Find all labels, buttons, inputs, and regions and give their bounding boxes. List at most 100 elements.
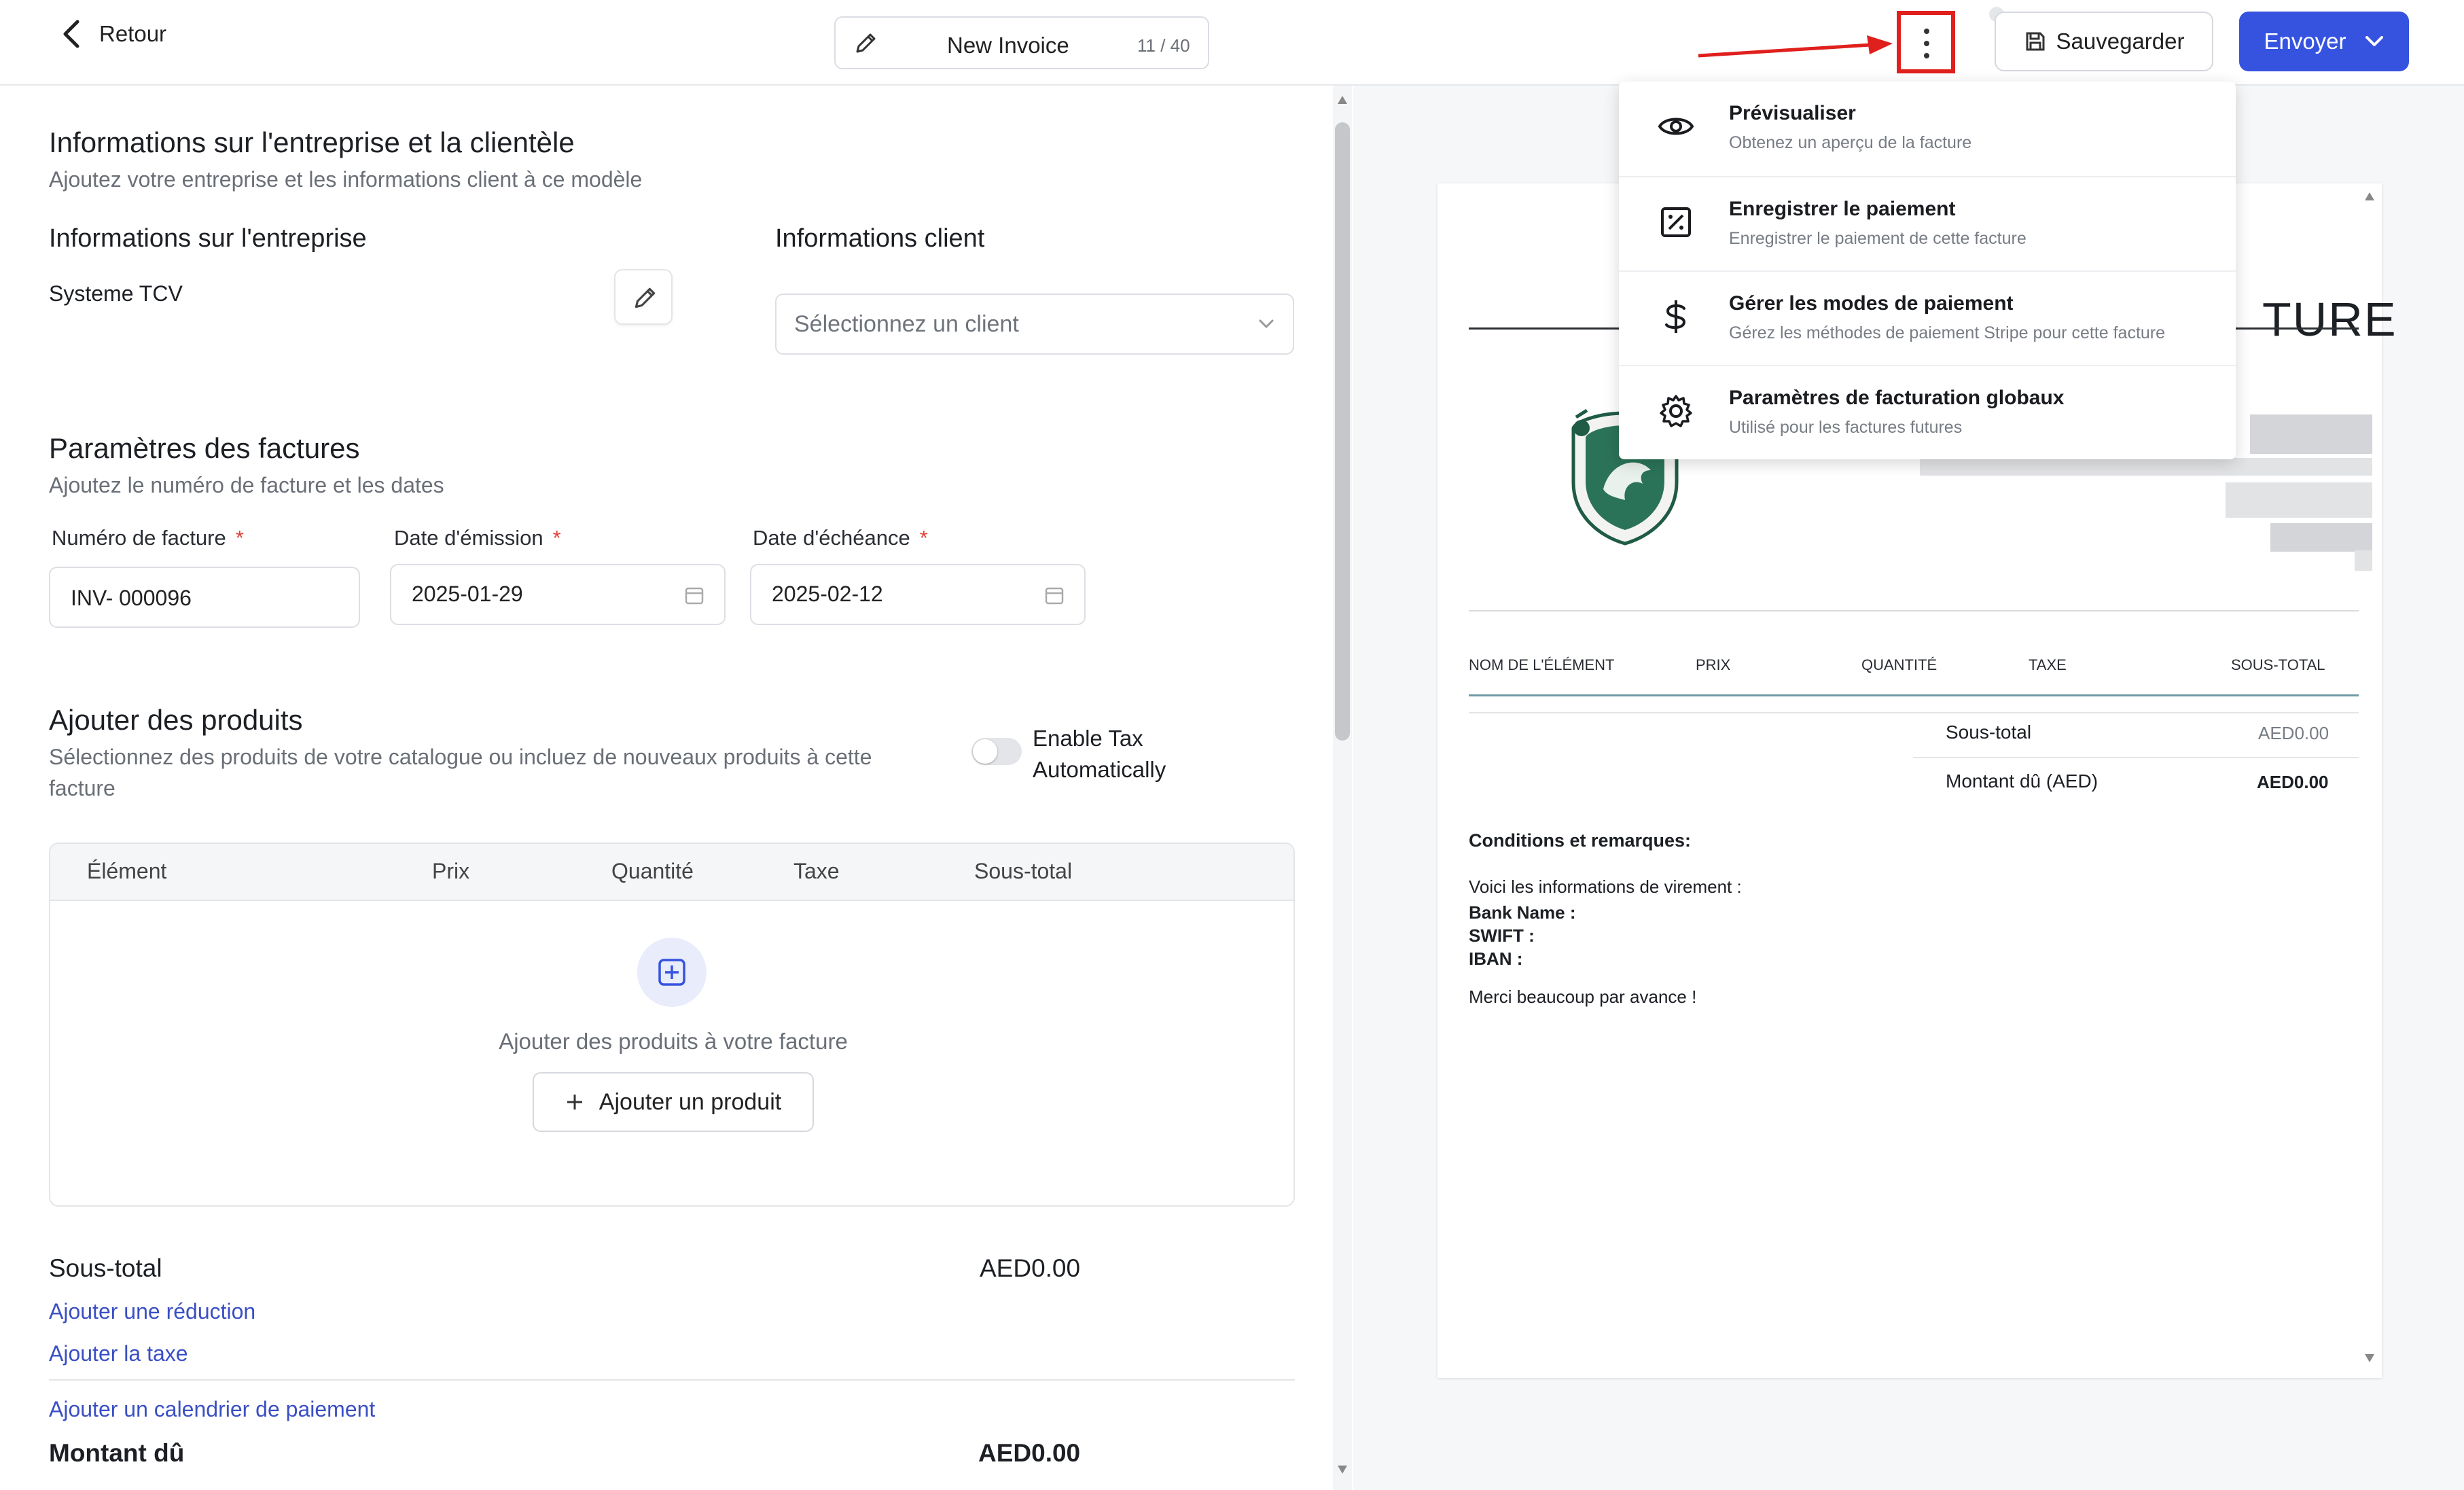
add-product-icon-badge [637,938,707,1007]
products-subtitle-line1: Sélectionnez des produits de votre catal… [49,745,872,769]
column-subtotal: Sous-total [974,859,1073,883]
menu-item-global-settings[interactable]: Paramètres de facturation globaux Utilis… [1619,365,2236,459]
plus-icon [567,1095,582,1110]
issue-date-label: Date d'émission * [394,526,561,550]
calendar-icon [685,587,704,605]
pencil-icon [635,287,656,308]
save-label: Sauvegarder [2056,29,2185,54]
company-info-heading: Informations sur l'entreprise [49,224,367,253]
issue-date-input[interactable]: 2025-01-29 [390,564,726,625]
subtotal-label: Sous-total [49,1254,162,1282]
client-select[interactable]: Sélectionnez un client [775,294,1294,355]
menu-item-payment-methods[interactable]: Gérer les modes de paiement Gérez les mé… [1619,270,2236,365]
enable-tax-label: Enable Tax Automatically [1033,723,1166,785]
menu-item-subtitle: Enregistrer le paiement de cette facture [1729,229,2026,248]
preview-scroll-up-arrow[interactable] [2364,192,2375,201]
preview-scroll-down-arrow[interactable] [2364,1353,2375,1363]
enable-tax-toggle[interactable] [971,738,1022,765]
title-char-count: 11 / 40 [1137,35,1190,56]
add-discount-link[interactable]: Ajouter une réduction [49,1299,255,1324]
menu-item-preview[interactable]: Prévisualiser Obtenez un aperçu de la fa… [1619,82,2236,176]
invoice-title: New Invoice [947,33,1069,58]
add-tax-link[interactable]: Ajouter la taxe [49,1341,188,1366]
preview-terms-heading: Conditions et remarques: [1469,830,1692,851]
preview-column-price: PRIX [1696,656,1731,673]
enable-tax-label-line2: Automatically [1033,757,1166,782]
preview-column-subtotal: SOUS-TOTAL [2231,656,2325,673]
redacted-block [2226,482,2372,518]
required-mark: * [235,526,244,550]
chevron-down-icon [1259,319,1274,329]
toggle-knob [973,739,997,764]
dollar-icon [1665,300,1686,333]
preview-thanks: Merci beaucoup par avance ! [1469,987,1697,1007]
invoice-number-label: Numéro de facture * [52,526,244,550]
redacted-block [2355,550,2372,571]
redacted-block [2250,414,2372,454]
products-section-title: Ajouter des produits [49,704,303,736]
preview-amount-due-label: Montant dû (AED) [1946,770,2099,792]
preview-column-tax: TAXE [2029,656,2067,673]
preview-bank-name: Bank Name : [1469,902,1576,923]
invoice-title-field[interactable]: New Invoice 11 / 40 [834,16,1209,69]
invoice-number-value: INV- 000096 [71,586,192,610]
divider [49,1379,1295,1381]
invoice-params-title: Paramètres des factures [49,432,360,464]
add-product-label: Ajouter un produit [599,1088,782,1115]
back-label: Retour [99,21,167,46]
preview-column-quantity: QUANTITÉ [1861,656,1938,673]
preview-subtotal-value: AED0.00 [2258,723,2329,743]
preview-heading: TURE [2262,293,2397,346]
send-button[interactable]: Envoyer [2239,12,2409,71]
client-info-heading: Informations client [775,224,985,253]
products-table-header: Élément Prix Quantité Taxe Sous-total [50,844,1293,901]
edit-company-button[interactable] [614,269,673,325]
back-button[interactable]: Retour [61,19,166,49]
subtotal-value: AED0.00 [980,1254,1081,1282]
products-table: Élément Prix Quantité Taxe Sous-total Aj… [49,842,1295,1207]
save-button[interactable]: Sauvegarder [1995,12,2213,71]
due-date-value: 2025-02-12 [772,582,883,606]
add-product-button[interactable]: Ajouter un produit [533,1072,814,1132]
menu-item-title: Enregistrer le paiement [1729,198,1956,220]
enable-tax-label-line1: Enable Tax [1033,726,1143,751]
scroll-down-arrow [1338,1466,1347,1474]
gear-icon [1660,395,1692,427]
required-mark: * [919,526,928,550]
required-mark: * [552,526,561,550]
annotation-arrow [1698,35,1893,58]
pencil-icon [856,33,876,53]
menu-item-record-payment[interactable]: Enregistrer le paiement Enregistrer le p… [1619,176,2236,270]
more-options-button[interactable] [1897,11,1955,73]
menu-item-subtitle: Gérez les méthodes de paiement Stripe po… [1729,323,2166,342]
amount-due-label: Montant dû [49,1439,185,1467]
column-tax: Taxe [793,859,840,883]
due-date-label: Date d'échéance * [753,526,928,550]
more-options-menu: Prévisualiser Obtenez un aperçu de la fa… [1619,82,2236,459]
column-quantity: Quantité [611,859,694,883]
kebab-menu-icon [1924,29,1929,65]
column-price: Prix [432,859,470,883]
menu-item-subtitle: Utilisé pour les factures futures [1729,418,1963,437]
issue-date-value: 2025-01-29 [412,582,523,606]
due-date-label-text: Date d'échéance [753,526,910,550]
floppy-disk-icon [2026,32,2045,51]
add-payment-schedule-link[interactable]: Ajouter un calendrier de paiement [49,1397,375,1422]
preview-subtotal-label: Sous-total [1946,722,2032,743]
due-date-input[interactable]: 2025-02-12 [750,564,1086,625]
invoice-number-input[interactable]: INV- 000096 [49,567,360,628]
preview-amount-due-value: AED0.00 [2257,772,2329,792]
client-select-placeholder: Sélectionnez un client [794,311,1019,337]
preview-terms-intro: Voici les informations de virement : [1469,876,1742,897]
menu-item-title: Paramètres de facturation globaux [1729,387,2065,409]
form-scrollbar-thumb[interactable] [1335,122,1350,741]
eye-icon [1658,118,1694,135]
amount-due-value: AED0.00 [978,1439,1081,1467]
issue-date-label-text: Date d'émission [394,526,543,550]
invoice-number-label-text: Numéro de facture [52,526,226,550]
preview-total-rule [1913,757,2359,758]
company-name: Systeme TCV [49,281,183,306]
send-label: Envoyer [2264,29,2346,54]
menu-item-title: Gérer les modes de paiement [1729,292,2014,315]
preview-swift: SWIFT : [1469,925,1535,946]
